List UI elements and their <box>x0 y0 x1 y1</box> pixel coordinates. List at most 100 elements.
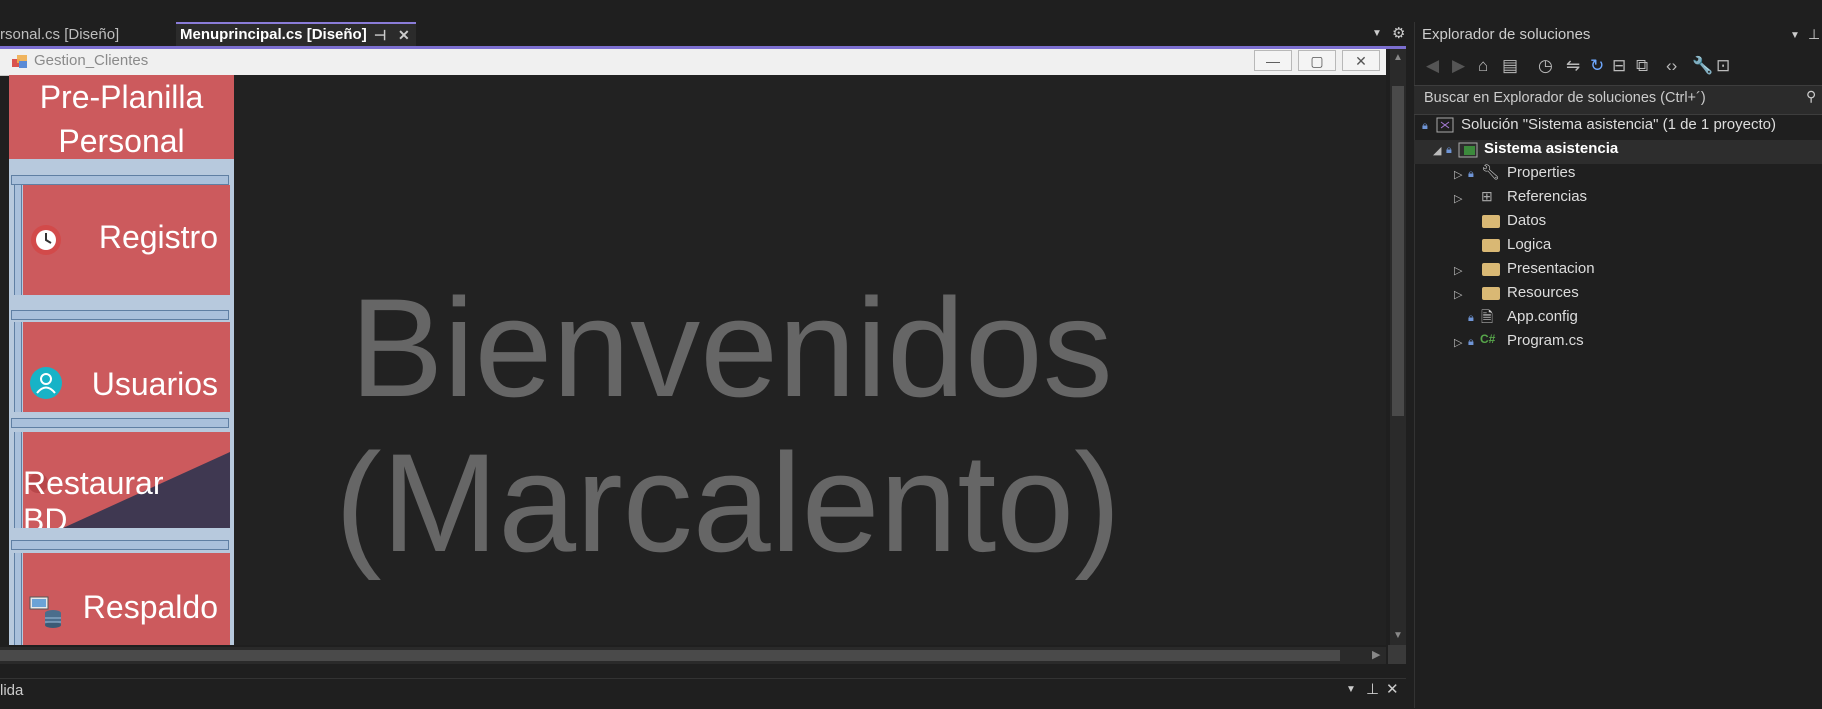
collapse-all-icon[interactable]: ⊟ <box>1612 56 1626 76</box>
scroll-down-icon[interactable]: ▼ <box>1393 630 1403 641</box>
maximize-button[interactable]: ▢ <box>1298 50 1336 71</box>
switch-views-icon[interactable]: ▤ <box>1502 56 1518 76</box>
refresh-icon[interactable]: ↻ <box>1590 56 1604 76</box>
form-close-button[interactable]: ✕ <box>1342 50 1380 71</box>
clock-icon <box>31 225 61 255</box>
collapsed-arrow-icon[interactable]: ▷ <box>1454 336 1462 349</box>
folder-icon <box>1482 215 1500 228</box>
solution-icon <box>1436 117 1454 133</box>
home-icon[interactable]: ⌂ <box>1478 56 1488 76</box>
top-toolbar-strip <box>0 0 1822 22</box>
sidebar-panel: Pre-Planilla Personal Registro Usuarios … <box>9 75 234 645</box>
output-panel-title: lida <box>0 682 24 699</box>
tree-item-resources[interactable]: Resources <box>1507 284 1579 301</box>
expanded-arrow-icon[interactable]: ◢ <box>1433 144 1441 157</box>
restaurar-bd-button[interactable]: Restaurar BD <box>23 432 230 528</box>
back-icon[interactable]: ◀ <box>1426 56 1439 76</box>
tree-item-referencias[interactable]: Referencias <box>1507 188 1587 205</box>
tab-dropdown-icon[interactable]: ▼ <box>1372 28 1382 39</box>
tree-item-logica[interactable]: Logica <box>1507 236 1551 253</box>
lock-icon: 🔒︎ <box>1446 144 1452 156</box>
left-border-panel <box>14 553 22 645</box>
forward-icon[interactable]: ▶ <box>1452 56 1465 76</box>
close-icon[interactable]: ✕ <box>398 24 410 46</box>
output-panel-bar <box>0 678 1406 709</box>
brand-panel: Pre-Planilla Personal <box>9 75 234 159</box>
properties-wrench-icon[interactable]: 🔧 <box>1692 56 1713 76</box>
scroll-up-icon[interactable]: ▲ <box>1393 52 1403 63</box>
scroll-corner <box>1388 645 1406 664</box>
document-tab-bar: rsonal.cs [Diseño] Menuprincipal.cs [Dis… <box>0 22 1406 48</box>
separator-panel <box>11 418 229 428</box>
config-file-icon: 🗎 <box>1481 309 1494 326</box>
horizontal-scroll-thumb[interactable] <box>0 650 1340 661</box>
collapsed-arrow-icon[interactable]: ▷ <box>1454 192 1462 205</box>
brand-line2: Personal <box>58 123 185 159</box>
explorer-dropdown-icon[interactable]: ▼ <box>1790 30 1800 41</box>
project-node[interactable]: Sistema asistencia <box>1484 140 1618 157</box>
references-icon: ⊞ <box>1481 188 1493 204</box>
tree-item-properties[interactable]: Properties <box>1507 164 1575 181</box>
usuarios-label: Usuarios <box>91 366 218 402</box>
tab-personal-design[interactable]: rsonal.cs [Diseño] <box>0 22 170 48</box>
separator-panel <box>11 540 229 550</box>
tree-item-datos[interactable]: Datos <box>1507 212 1546 229</box>
restaurar-bd-label: Restaurar BD <box>23 465 164 528</box>
form-title-bar[interactable]: Gestion_Clientes — ▢ ✕ <box>0 49 1386 76</box>
lock-icon: 🔒︎ <box>1422 120 1428 132</box>
output-pin-icon[interactable]: ⊥ <box>1366 680 1379 698</box>
folder-icon <box>1482 263 1500 276</box>
tab-label: Menuprincipal.cs [Diseño] <box>180 26 367 43</box>
lock-icon: 🔒︎ <box>1468 168 1474 180</box>
separator-panel <box>11 310 229 320</box>
tab-label: rsonal.cs [Diseño] <box>0 26 120 43</box>
left-border-panel <box>14 322 22 412</box>
lock-icon: 🔒︎ <box>1468 336 1474 348</box>
tree-item-presentacion[interactable]: Presentacion <box>1507 260 1595 277</box>
vertical-scroll-thumb[interactable] <box>1392 86 1404 416</box>
settings-gear-icon[interactable]: ⚙ <box>1392 24 1405 42</box>
output-dropdown-icon[interactable]: ▼ <box>1346 684 1356 695</box>
minimize-button[interactable]: — <box>1254 50 1292 71</box>
explorer-search-placeholder: Buscar en Explorador de soluciones (Ctrl… <box>1424 90 1706 106</box>
registro-button[interactable]: Registro <box>23 185 230 295</box>
welcome-line2: (Marcalento) <box>335 424 1121 581</box>
respaldo-label: Respaldo <box>82 589 218 625</box>
view-code-icon[interactable]: ‹› <box>1666 56 1677 76</box>
form-app-icon <box>12 55 27 68</box>
csharp-file-icon: C# <box>1480 332 1496 346</box>
tree-item-program-cs[interactable]: Program.cs <box>1507 332 1584 349</box>
left-border-panel <box>14 432 22 528</box>
respaldo-button[interactable]: Respaldo <box>23 553 230 645</box>
folder-icon <box>1482 287 1500 300</box>
welcome-heading: Bienvenidos (Marcalento) <box>335 270 1121 580</box>
collapsed-arrow-icon[interactable]: ▷ <box>1454 264 1462 277</box>
preview-icon[interactable]: ⊡ <box>1716 56 1730 76</box>
welcome-line1: Bienvenidos <box>350 269 1113 426</box>
pending-changes-icon[interactable]: ◷ <box>1538 56 1553 76</box>
tab-menuprincipal-design[interactable]: Menuprincipal.cs [Diseño] ⊣ ✕ <box>176 22 416 48</box>
pin-icon[interactable]: ⊣ <box>374 24 386 46</box>
registro-label: Registro <box>98 219 218 255</box>
collapsed-arrow-icon[interactable]: ▷ <box>1454 168 1462 181</box>
separator-panel <box>11 175 229 185</box>
folder-icon <box>1482 239 1500 252</box>
solution-explorer-title: Explorador de soluciones <box>1422 26 1591 43</box>
usuarios-button[interactable]: Usuarios <box>23 322 230 412</box>
database-icon <box>29 596 61 628</box>
show-all-files-icon[interactable]: ⧉ <box>1636 56 1648 76</box>
brand-line1: Pre-Planilla <box>39 79 204 115</box>
search-icon[interactable]: ⚲ <box>1806 88 1816 105</box>
user-icon <box>30 367 62 399</box>
explorer-pin-icon[interactable]: ⊥ <box>1808 26 1820 43</box>
tree-item-app-config[interactable]: App.config <box>1507 308 1578 325</box>
collapsed-arrow-icon[interactable]: ▷ <box>1454 288 1462 301</box>
scroll-right-icon[interactable]: ▶ <box>1372 648 1380 661</box>
solution-node[interactable]: Solución "Sistema asistencia" (1 de 1 pr… <box>1461 116 1776 133</box>
lock-icon: 🔒︎ <box>1468 312 1474 324</box>
output-close-icon[interactable]: ✕ <box>1386 680 1399 698</box>
sync-icon[interactable]: ⇋ <box>1566 56 1580 76</box>
csharp-project-icon <box>1458 142 1478 158</box>
form-title: Gestion_Clientes <box>34 52 149 69</box>
left-border-panel <box>14 185 22 295</box>
